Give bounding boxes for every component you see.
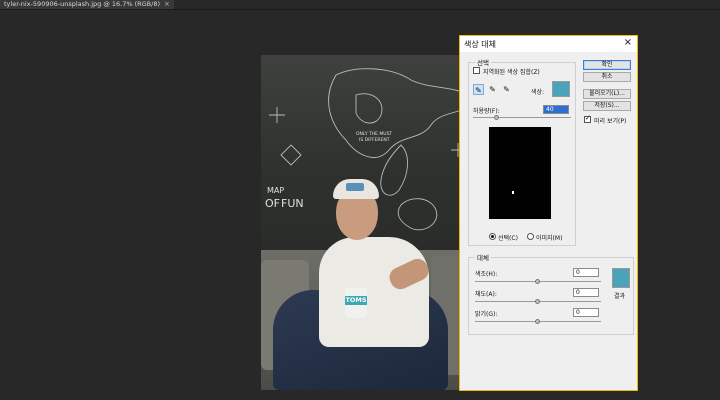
fuzziness-label: 허용량(F):	[473, 108, 500, 115]
svg-text:IS DIFFERENT: IS DIFFERENT	[359, 137, 390, 143]
hue-label: 색조(H):	[475, 271, 498, 278]
selection-legend: 선택	[475, 57, 491, 67]
saturation-slider-thumb[interactable]	[535, 299, 540, 304]
load-button[interactable]: 불러오기(L)...	[583, 89, 631, 99]
result-color-swatch	[612, 268, 630, 288]
selection-radio[interactable]	[489, 233, 496, 240]
close-icon[interactable]: ×	[624, 37, 632, 48]
preview-checkbox-label: 미리 보기(P)	[594, 118, 627, 125]
svg-text:OF: OF	[265, 197, 280, 210]
eyedropper-icon[interactable]: ✎	[473, 84, 484, 95]
save-button[interactable]: 저장(S)...	[583, 101, 631, 111]
eyedropper-minus-icon[interactable]: ✎	[501, 84, 512, 95]
lightness-slider-thumb[interactable]	[535, 319, 540, 324]
saturation-input[interactable]: 0	[573, 288, 599, 297]
document-tab-title: tyler-nix-590906-unsplash.jpg @ 16.7% (R…	[4, 0, 161, 8]
fuzziness-slider-track[interactable]	[473, 117, 571, 118]
dialog-titlebar[interactable]: 색상 대체 ×	[460, 36, 637, 52]
image-radio[interactable]	[527, 233, 534, 240]
preview-checkbox[interactable]	[584, 114, 591, 123]
localized-clusters-label: 지역화된 색상 집합(Z)	[483, 69, 540, 76]
selection-preview-dot	[512, 191, 514, 194]
svg-text:ONLY THE MUST: ONLY THE MUST	[356, 131, 392, 137]
color-label: 색상:	[531, 89, 545, 96]
cap-logo	[346, 183, 364, 191]
lightness-label: 밝기(G):	[475, 311, 498, 318]
dialog-title: 색상 대체	[464, 40, 496, 49]
selection-radio-label: 선택(C)	[498, 235, 518, 242]
fuzziness-input[interactable]: 40	[543, 105, 569, 114]
photo-canvas[interactable]: MAP OF FUN ONLY THE MUST IS DIFFERENT TO…	[261, 55, 484, 390]
document-tab-close-icon[interactable]: ×	[164, 0, 170, 9]
fuzziness-slider-thumb[interactable]	[494, 115, 499, 120]
hue-input[interactable]: 0	[573, 268, 599, 277]
selection-color-swatch[interactable]	[552, 81, 570, 97]
image-radio-label: 이미지(M)	[536, 235, 563, 242]
ok-button[interactable]: 확인	[583, 60, 631, 70]
replace-color-dialog: 색상 대체 × 선택 지역화된 색상 집합(Z) ✎ ✎ ✎ 색상: 허용량(F…	[459, 35, 638, 391]
document-tab[interactable]: tyler-nix-590906-unsplash.jpg @ 16.7% (R…	[0, 0, 174, 9]
hue-slider-thumb[interactable]	[535, 279, 540, 284]
eyedropper-plus-icon[interactable]: ✎	[487, 84, 498, 95]
saturation-label: 채도(A):	[475, 291, 497, 298]
svg-text:MAP: MAP	[267, 186, 284, 195]
localized-clusters-checkbox[interactable]	[473, 67, 480, 74]
cancel-button[interactable]: 취소	[583, 72, 631, 82]
result-label: 결과	[614, 293, 626, 300]
person-torso	[319, 237, 429, 347]
selection-group: 선택 지역화된 색상 집합(Z) ✎ ✎ ✎ 색상: 허용량(F): 40 선택…	[468, 57, 576, 246]
selection-preview	[489, 127, 551, 219]
tab-strip-divider	[0, 9, 720, 10]
svg-text:FUN: FUN	[281, 197, 304, 210]
replacement-group: 대체 색조(H): 0 채도(A): 0 밝기(G): 0 결과	[468, 252, 634, 335]
lightness-input[interactable]: 0	[573, 308, 599, 317]
replacement-legend: 대체	[475, 252, 491, 262]
cup-label: TOMS	[345, 296, 367, 304]
